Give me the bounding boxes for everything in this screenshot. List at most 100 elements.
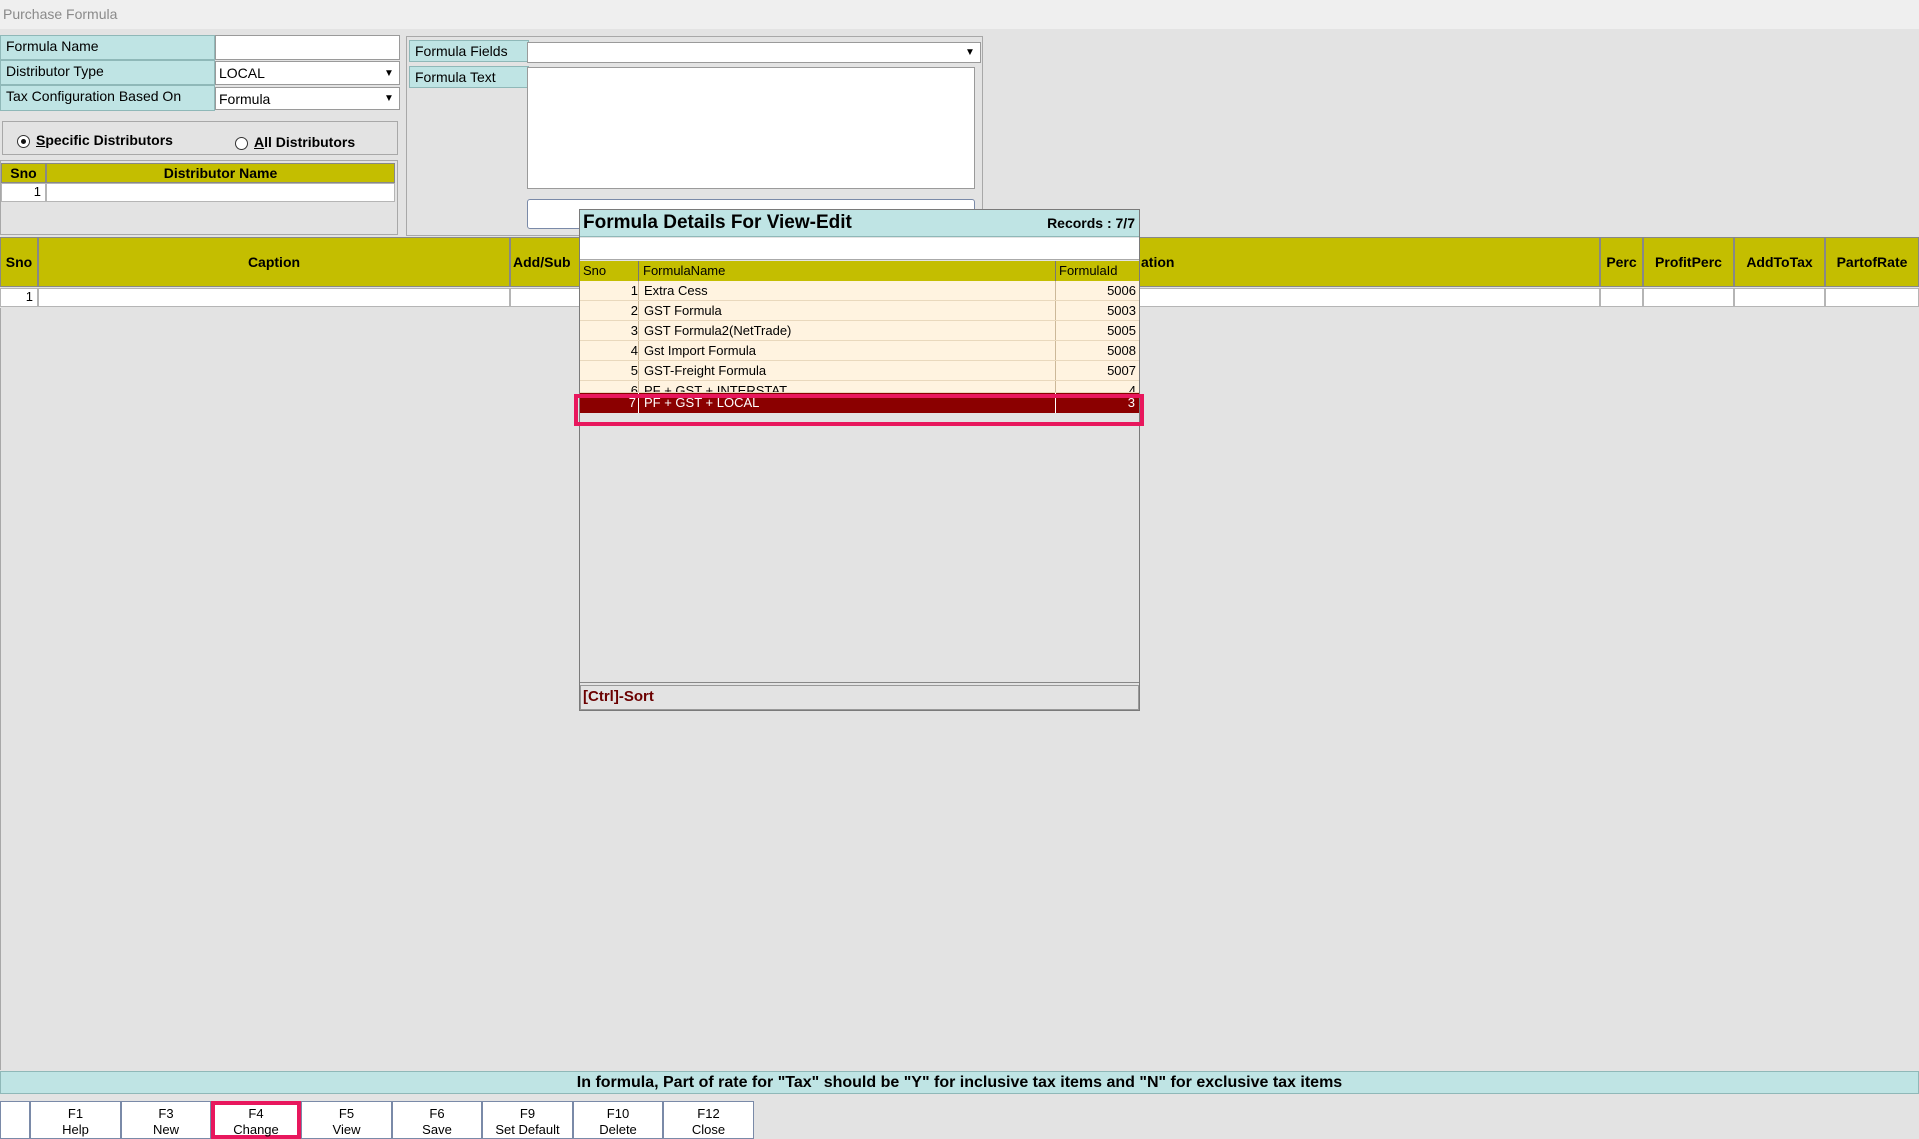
popup-title: Formula Details For View-Edit	[583, 212, 852, 233]
partofrate-cell[interactable]	[1825, 288, 1919, 307]
specific-label: pecific Distributors	[45, 132, 173, 148]
specific-distributors-radio[interactable]: Specific Distributors	[17, 132, 173, 148]
table-row[interactable]: 2 GST Formula 5003	[580, 301, 1139, 321]
formula-fields-label: Formula Fields	[409, 40, 529, 62]
selection-highlight	[574, 394, 1144, 426]
grid-header-addsub: Add/Sub	[510, 237, 590, 287]
row-formula-id: 5007	[1107, 363, 1136, 378]
window-title: Purchase Formula	[0, 0, 1919, 29]
fkey-code: F3	[158, 1106, 174, 1121]
addsub-cell[interactable]	[510, 288, 590, 307]
fkey-code: F9	[519, 1106, 536, 1121]
row-formula-name: GST Formula2(NetTrade)	[644, 323, 792, 338]
tax-config-select[interactable]: Formula ▼	[215, 87, 400, 110]
profitperc-cell[interactable]	[1643, 288, 1734, 307]
table-row[interactable]: 5 GST-Freight Formula 5007	[580, 361, 1139, 381]
row-sno: 6	[630, 383, 638, 393]
column-divider	[1055, 261, 1056, 281]
grid-header-profitperc: ProfitPerc	[1643, 237, 1734, 287]
row-formula-name: Extra Cess	[644, 283, 708, 298]
distributor-scope-group: Specific Distributors All Distributors	[2, 121, 398, 155]
all-accesskey: A	[254, 134, 265, 150]
row-formula-id: 5005	[1107, 323, 1136, 338]
distributor-grid: Sno Distributor Name 1	[0, 160, 398, 235]
grid-header-addtotax: AddToTax	[1734, 237, 1825, 287]
perc-cell[interactable]	[1600, 288, 1643, 307]
distributor-type-select[interactable]: LOCAL ▼	[215, 61, 400, 85]
formula-text-label: Formula Text	[409, 66, 529, 88]
grid-header-sno: Sno	[0, 237, 38, 287]
help-button[interactable]: F1 Help	[30, 1101, 121, 1139]
fkey-label: New	[152, 1122, 179, 1137]
fkey-code: F6	[429, 1106, 445, 1121]
row-formula-id: 5006	[1107, 283, 1136, 298]
distributor-type-value: LOCAL	[219, 65, 265, 81]
formula-name-label: Formula Name	[0, 35, 215, 60]
delete-button[interactable]: F10 Delete	[573, 1101, 663, 1139]
radio-selected-icon	[17, 134, 30, 148]
change-button[interactable]: F4 Change	[211, 1101, 301, 1139]
popup-divider	[580, 682, 1139, 683]
addtotax-cell[interactable]	[1734, 288, 1825, 307]
tax-config-label: Tax Configuration Based On	[0, 85, 215, 111]
row-sno: 3	[630, 323, 638, 338]
formula-fields-select[interactable]: ▼	[527, 42, 981, 63]
fkey-label: Save	[422, 1122, 452, 1137]
distributor-name-cell[interactable]	[46, 183, 395, 202]
view-button[interactable]: F5 View	[301, 1101, 392, 1139]
row-formula-name: GST-Freight Formula	[644, 363, 767, 378]
fkey-code: F10	[606, 1106, 630, 1121]
grid-header-sno: Sno	[1, 163, 46, 183]
row-formula-name: Gst Import Formula	[644, 343, 756, 358]
caption-cell[interactable]	[38, 288, 510, 307]
fkey-label: View	[332, 1122, 361, 1137]
all-distributors-radio[interactable]: All Distributors	[235, 134, 355, 150]
row-sno: 1	[630, 283, 638, 298]
fkey-label: Help	[62, 1122, 89, 1137]
close-button[interactable]: F12 Close	[663, 1101, 754, 1139]
fkey-label: Set Default	[495, 1122, 560, 1137]
table-row[interactable]: 4 Gst Import Formula 5008	[580, 341, 1139, 361]
popup-header-formulaid: FormulaId	[1059, 263, 1118, 278]
grid-header-perc: Perc	[1600, 237, 1643, 287]
set-default-button[interactable]: F9 Set Default	[482, 1101, 573, 1139]
chevron-down-icon[interactable]: ▼	[379, 62, 399, 84]
fkey-label: Change	[233, 1122, 279, 1137]
formula-text-area[interactable]	[527, 67, 975, 189]
formula-name-input[interactable]	[215, 35, 400, 60]
fkey-label: Delete	[599, 1122, 637, 1137]
fkey-code: F5	[338, 1106, 355, 1121]
fkey-code: F4	[248, 1106, 264, 1121]
fkey-code: F12	[697, 1106, 720, 1121]
row-formula-id: 5008	[1107, 343, 1136, 358]
grid-header-caption: Caption	[38, 237, 510, 287]
table-row[interactable]: 3 GST Formula2(NetTrade) 5005	[580, 321, 1139, 341]
fkey-blank	[0, 1101, 30, 1139]
column-divider	[638, 261, 639, 281]
table-row[interactable]: 1	[1, 183, 46, 202]
grid-header-distributor-name: Distributor Name	[46, 163, 395, 183]
popup-search-input[interactable]	[580, 238, 1139, 260]
table-row[interactable]: 6 PF + GST + INTERSTAT 4	[580, 381, 1139, 393]
row-formula-id: 5003	[1107, 303, 1136, 318]
row-formula-name: PF + GST + INTERSTAT	[644, 383, 788, 393]
new-button[interactable]: F3 New	[121, 1101, 211, 1139]
chevron-down-icon[interactable]: ▼	[960, 43, 980, 62]
chevron-down-icon[interactable]: ▼	[379, 88, 399, 109]
fkey-label: Close	[691, 1122, 726, 1137]
table-row[interactable]: 1 Extra Cess 5006	[580, 281, 1139, 301]
grid-header-partofrate: PartofRate	[1825, 237, 1919, 287]
popup-header-formulaname: FormulaName	[643, 263, 726, 278]
info-bar: In formula, Part of rate for "Tax" shoul…	[0, 1071, 1919, 1094]
popup-footer-hint: [Ctrl]-Sort	[580, 685, 1139, 710]
row-formula-name: GST Formula	[644, 303, 722, 318]
row-sno: 5	[630, 363, 638, 378]
all-label: ll Distributors	[264, 134, 356, 150]
table-row[interactable]: 1	[0, 288, 38, 307]
popup-records-count: Records : 7/7	[1047, 215, 1135, 231]
specific-accesskey: S	[36, 132, 46, 148]
formula-panel: Formula Fields ▼ Formula Text	[406, 36, 983, 236]
save-button[interactable]: F6 Save	[392, 1101, 482, 1139]
tax-config-value: Formula	[219, 91, 271, 107]
formula-lookup-popup: Formula Details For View-Edit Records : …	[579, 209, 1140, 711]
